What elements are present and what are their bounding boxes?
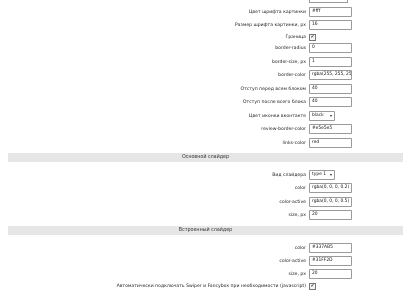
- setting-label: Автоматически подключать Swiper и Fancyb…: [116, 284, 306, 289]
- border-size-input[interactable]: 1: [309, 57, 352, 67]
- builtin-slider-color-active-input[interactable]: #31FF2D: [309, 256, 352, 266]
- main-slider-color-active-input[interactable]: rgba(0, 0, 0, 0.5): [309, 197, 352, 207]
- setting-label: border-color: [278, 73, 306, 78]
- select-value: type 1: [312, 172, 326, 177]
- setting-row-border: Граница ✔: [0, 32, 403, 43]
- setting-row-main-color: color rgba(0, 0, 0, 0.2): [0, 183, 403, 194]
- setting-label: size, px: [288, 213, 306, 218]
- select-value: black: [312, 113, 324, 118]
- setting-row-builtin-color-active: color-active #31FF2D: [0, 256, 403, 267]
- builtin-slider-color-input[interactable]: #337AB5: [309, 243, 352, 253]
- setting-row-border-radius: border-radius 0: [0, 43, 403, 54]
- setting-label: links-color: [282, 141, 307, 146]
- setting-row-slider-type: Вид слайдера type 1 ▾: [0, 170, 403, 181]
- setting-row-main-color-active: color-active rgba(0, 0, 0, 0.5): [0, 197, 403, 208]
- setting-row-margin-after: Отступ после всего блока 40: [0, 97, 403, 108]
- setting-row-border-size: border-size, px 1: [0, 57, 403, 68]
- setting-row-vk-icon-color: Цвет иконки вконтакте black ▾: [0, 111, 403, 122]
- chevron-down-icon: ▾: [329, 113, 332, 118]
- links-color-input[interactable]: red: [309, 138, 352, 148]
- autoload-checkbox[interactable]: ✔: [309, 283, 316, 290]
- border-checkbox[interactable]: ✔: [309, 34, 316, 41]
- setting-row-margin-before: Отступ перед всем блоком 40: [0, 84, 403, 95]
- setting-row-builtin-color: color #337AB5: [0, 243, 403, 254]
- setting-row-image-font-size: Размер шрифта картинки, px 16: [0, 20, 403, 31]
- setting-label: size, px: [288, 272, 306, 277]
- setting-row-builtin-size: size, px 20: [0, 269, 403, 280]
- setting-label: Отступ перед всем блоком: [240, 87, 307, 92]
- setting-label: border-size, px: [272, 60, 306, 65]
- vk-icon-color-select[interactable]: black ▾: [309, 111, 335, 121]
- setting-row-image-font-color: Цвет шрифта картинки #fff: [0, 7, 403, 18]
- setting-label: border-radius: [275, 46, 306, 51]
- setting-label: color: [294, 246, 306, 251]
- setting-label: Граница: [285, 35, 306, 40]
- main-slider-size-input[interactable]: 20: [309, 210, 352, 220]
- setting-row-border-color: border-color rgba(255, 255, 255: [0, 70, 403, 81]
- section-header-builtin-slider: Встроенный слайдер: [8, 226, 403, 235]
- setting-label: Отступ после всего блока: [242, 100, 306, 105]
- setting-label: color: [294, 186, 306, 191]
- margin-after-input[interactable]: 40: [309, 97, 352, 107]
- section-header-main-slider: Основной слайдер: [8, 153, 403, 162]
- margin-before-input[interactable]: 40: [309, 84, 352, 94]
- setting-label: Размер шрифта картинки, px: [234, 23, 306, 28]
- clipped-input[interactable]: [309, 0, 348, 3]
- main-slider-color-input[interactable]: rgba(0, 0, 0, 0.2): [309, 183, 352, 193]
- setting-label: Цвет шрифта картинки: [248, 10, 306, 15]
- slider-type-select[interactable]: type 1 ▾: [309, 170, 335, 180]
- setting-label: review-border-color: [261, 127, 306, 132]
- setting-row-autoload: Автоматически подключать Swiper и Fancyb…: [0, 281, 403, 292]
- setting-row-review-border-color: review-border-color #e5e5e5: [0, 124, 403, 135]
- builtin-slider-size-input[interactable]: 20: [309, 269, 352, 279]
- image-font-size-input[interactable]: 16: [309, 20, 352, 30]
- setting-label: Вид слайдера: [272, 173, 306, 178]
- setting-label: color-active: [279, 259, 306, 264]
- setting-label: Цвет иконки вконтакте: [248, 114, 306, 119]
- border-color-input[interactable]: rgba(255, 255, 255: [309, 70, 352, 80]
- border-radius-input[interactable]: 0: [309, 43, 352, 53]
- setting-label: color-active: [279, 200, 306, 205]
- chevron-down-icon: ▾: [329, 172, 332, 177]
- image-font-color-input[interactable]: #fff: [309, 7, 352, 17]
- review-border-color-input[interactable]: #e5e5e5: [309, 124, 352, 134]
- setting-row-main-size: size, px 20: [0, 210, 403, 221]
- setting-row-links-color: links-color red: [0, 138, 403, 149]
